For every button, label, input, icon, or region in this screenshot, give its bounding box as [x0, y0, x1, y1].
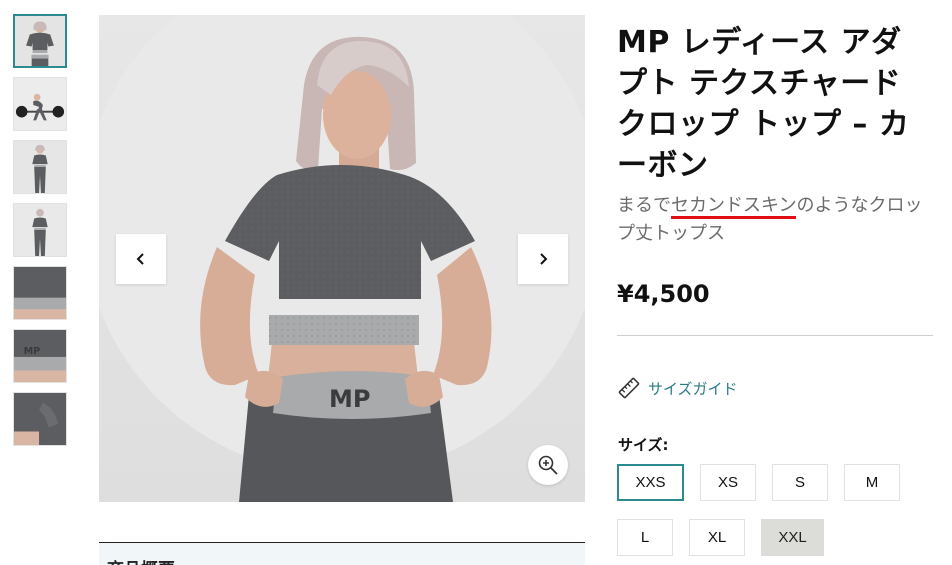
previous-image-button[interactable]	[116, 234, 166, 284]
ruler-icon	[618, 377, 640, 399]
product-overview-panel[interactable]: 商品概要	[99, 543, 585, 565]
subtitle-highlight: セカンドスキン	[671, 195, 797, 219]
size-option-xxl[interactable]: XXL	[761, 519, 824, 556]
product-title: MP レディース アダプト テクスチャード クロップ トップ – カーボン	[617, 25, 910, 183]
zoom-button[interactable]	[528, 445, 568, 485]
main-product-image: MP	[99, 15, 585, 502]
size-option-xs[interactable]: XS	[700, 464, 756, 501]
product-overview-heading: 商品概要	[107, 555, 175, 565]
thumbnail-full-body-back[interactable]	[13, 203, 67, 257]
chevron-right-icon	[540, 253, 548, 265]
size-option-xxs[interactable]: XXS	[617, 464, 684, 501]
thumbnail-deadlift-pose[interactable]	[13, 77, 67, 131]
product-subtitle: まるでセカンドスキンのようなクロップ丈トップス	[617, 192, 937, 248]
thumbnail-waistband-detail[interactable]	[13, 266, 67, 320]
price-divider	[617, 335, 933, 336]
next-image-button[interactable]	[518, 234, 568, 284]
size-guide-label: サイズガイド	[648, 379, 738, 398]
size-option-xl[interactable]: XL	[689, 519, 745, 556]
model-photo: MP	[99, 15, 585, 502]
thumbnail-logo-detail[interactable]: MP	[13, 329, 67, 383]
size-guide-link[interactable]: サイズガイド	[618, 377, 738, 399]
size-label: サイズ:	[618, 436, 669, 454]
subtitle-text-before: まるで	[617, 195, 671, 216]
svg-text:MP: MP	[329, 385, 370, 413]
product-price: ¥4,500	[617, 280, 710, 308]
zoom-in-icon	[538, 455, 558, 475]
thumbnail-full-body-front[interactable]	[13, 140, 67, 194]
thumbnail-front-view[interactable]	[13, 14, 67, 68]
size-option-l[interactable]: L	[617, 519, 673, 556]
size-option-s[interactable]: S	[772, 464, 828, 501]
svg-text:MP: MP	[24, 346, 41, 357]
size-option-m[interactable]: M	[844, 464, 900, 501]
thumbnail-sleeve-detail[interactable]	[13, 392, 67, 446]
chevron-left-icon	[136, 253, 144, 265]
